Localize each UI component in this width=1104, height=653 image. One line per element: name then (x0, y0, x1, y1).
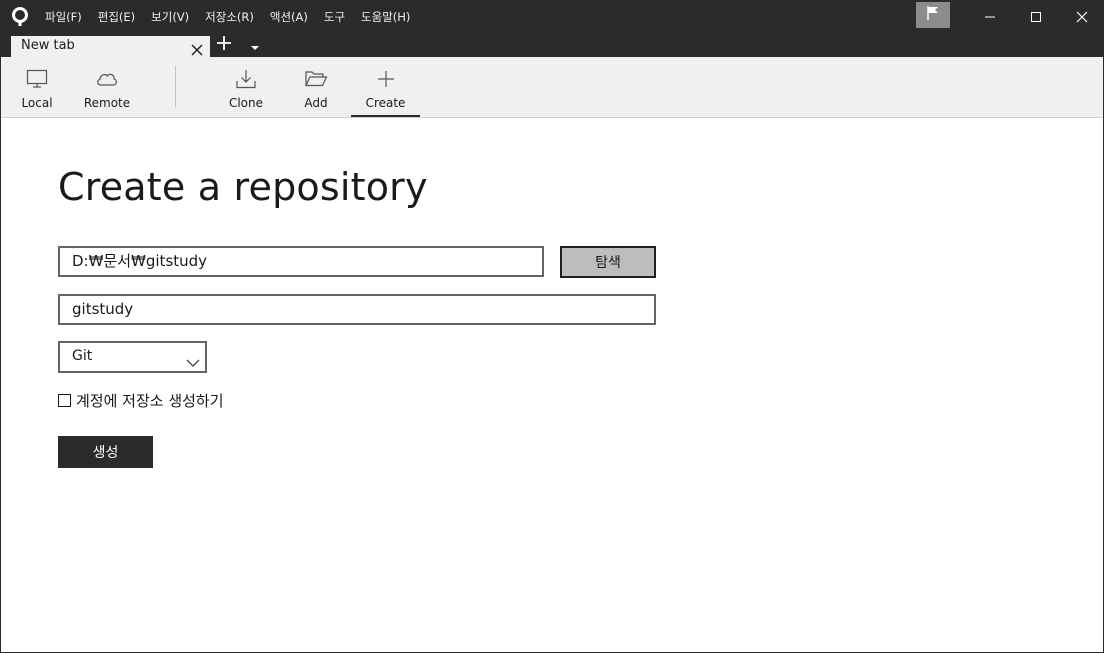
repository-type-value: Git (72, 348, 93, 364)
create-on-account-label[interactable]: 계정에 저장소 생성하기 (76, 390, 224, 411)
create-repository-panel: Create a repository D:₩문서₩gitstudy 탐색 gi… (1, 118, 1103, 652)
app-window: 파일(F) 편집(E) 보기(V) 저장소(R) 액션(A) 도구 도움말(H) (0, 0, 1104, 653)
flag-icon (926, 5, 940, 25)
chevron-down-icon (186, 353, 200, 367)
browse-button[interactable]: 탐색 (560, 246, 656, 278)
new-tab-button[interactable] (214, 36, 234, 54)
close-window-button[interactable] (1059, 1, 1104, 33)
toolbar-create[interactable]: Create (351, 57, 420, 117)
toolbar-local[interactable]: Local (15, 57, 59, 117)
maximize-icon (1030, 8, 1042, 27)
menu-repository[interactable]: 저장소(R) (197, 1, 262, 33)
close-icon (1076, 8, 1088, 27)
page-title: Create a repository (58, 165, 428, 209)
tab-close-icon[interactable] (191, 41, 203, 56)
toolbar: Local Remote Clone Add Create (1, 57, 1103, 118)
toolbar-separator (175, 66, 176, 107)
toolbar-create-label: Create (365, 96, 406, 110)
menu-bar: 파일(F) 편집(E) 보기(V) 저장소(R) 액션(A) 도구 도움말(H) (37, 1, 418, 33)
tab-label: New tab (21, 38, 75, 53)
toolbar-remote[interactable]: Remote (81, 57, 133, 117)
create-button[interactable]: 생성 (58, 436, 153, 468)
create-on-account-option: 계정에 저장소 생성하기 (58, 390, 224, 410)
repository-type-select[interactable]: Git (58, 341, 207, 373)
tab-new-tab[interactable]: New tab (11, 34, 210, 57)
download-icon (234, 68, 258, 90)
caret-down-icon (250, 36, 260, 55)
toolbar-clone[interactable]: Clone (223, 57, 269, 117)
maximize-button[interactable] (1013, 1, 1059, 33)
menu-edit[interactable]: 편집(E) (90, 1, 143, 33)
monitor-icon (25, 68, 49, 90)
sourcetree-logo-icon[interactable] (10, 7, 30, 27)
title-bar: 파일(F) 편집(E) 보기(V) 저장소(R) 액션(A) 도구 도움말(H) (1, 1, 1103, 33)
menu-help[interactable]: 도움말(H) (353, 1, 418, 33)
toolbar-clone-label: Clone (228, 96, 264, 110)
folder-open-icon (304, 68, 328, 90)
tab-list-dropdown[interactable] (248, 36, 262, 54)
plus-icon (216, 35, 232, 55)
minimize-icon (984, 8, 996, 27)
notification-flag-button[interactable] (916, 2, 950, 28)
toolbar-local-label: Local (21, 96, 53, 110)
destination-path-input[interactable]: D:₩문서₩gitstudy (58, 246, 544, 277)
toolbar-add[interactable]: Add (297, 57, 335, 117)
minimize-button[interactable] (967, 1, 1013, 33)
tab-strip: New tab (1, 33, 1103, 57)
menu-actions[interactable]: 액션(A) (262, 1, 316, 33)
menu-file[interactable]: 파일(F) (37, 1, 90, 33)
repository-name-input[interactable]: gitstudy (58, 294, 656, 325)
toolbar-add-label: Add (304, 96, 328, 110)
plus-icon (374, 68, 398, 90)
active-tab-indicator (351, 115, 420, 117)
toolbar-remote-label: Remote (83, 96, 131, 110)
create-on-account-checkbox[interactable] (58, 393, 71, 407)
menu-view[interactable]: 보기(V) (143, 1, 197, 33)
cloud-icon (95, 68, 119, 90)
menu-tools[interactable]: 도구 (316, 1, 353, 33)
